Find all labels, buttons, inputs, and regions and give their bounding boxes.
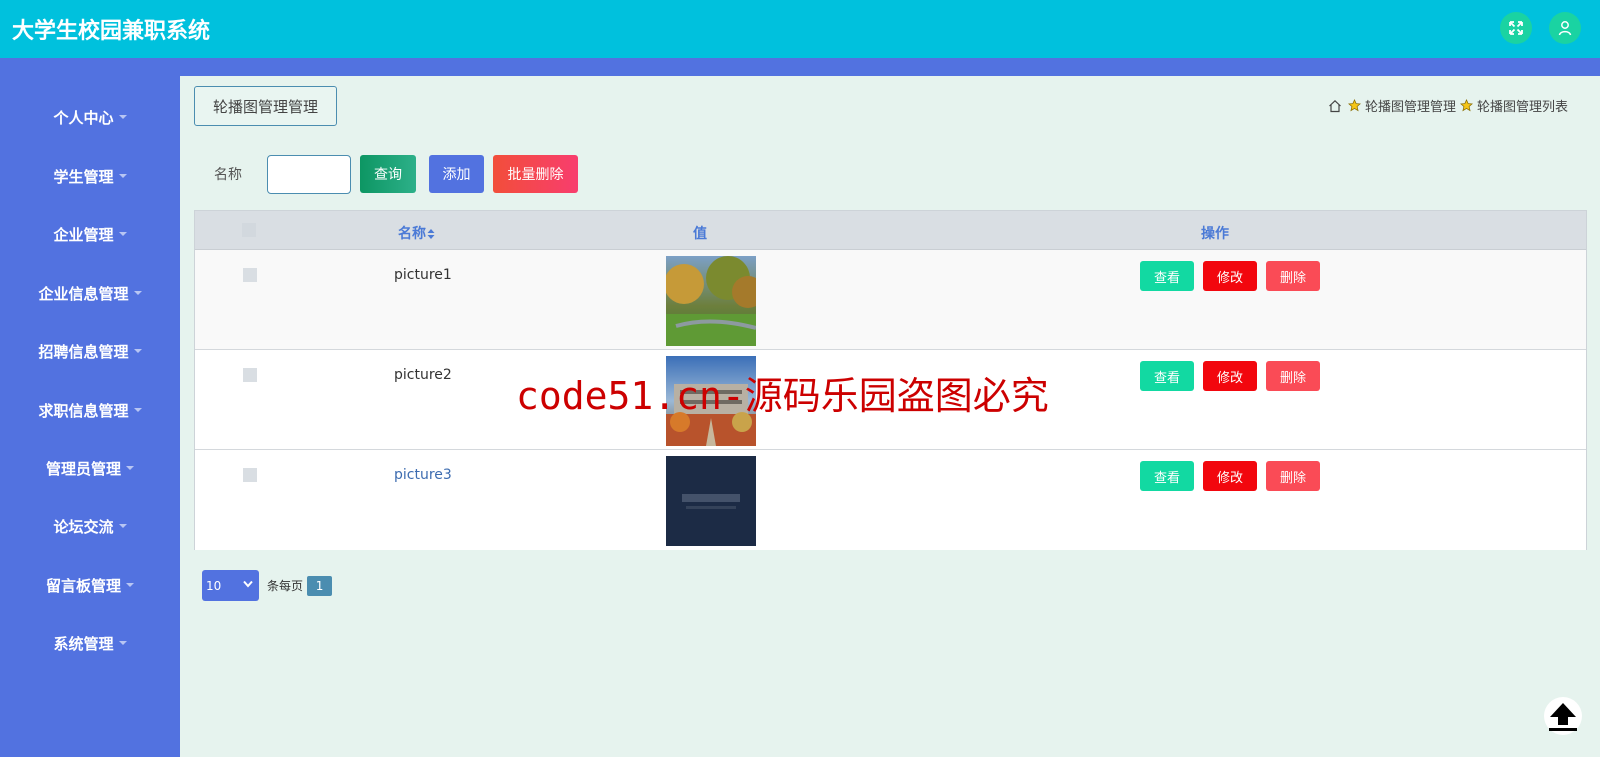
add-button[interactable]: 添加 xyxy=(429,155,484,193)
delete-button[interactable]: 删除 xyxy=(1266,361,1320,391)
sidebar-item-job-seeking[interactable]: 求职信息管理 xyxy=(0,395,180,425)
sidebar-item-students[interactable]: 学生管理 xyxy=(0,161,180,191)
caret-down-icon xyxy=(118,641,127,645)
sidebar-item-system[interactable]: 系统管理 xyxy=(0,628,180,658)
caret-down-icon xyxy=(133,349,142,353)
sidebar-item-personal-center[interactable]: 个人中心 xyxy=(0,102,180,132)
caret-down-icon xyxy=(133,291,142,295)
sidebar-item-label: 招聘信息管理 xyxy=(38,342,129,361)
row-name: picture3 xyxy=(394,467,452,483)
query-button[interactable]: 查询 xyxy=(360,155,416,193)
caret-down-icon xyxy=(133,408,142,412)
column-header-name[interactable]: 名称 xyxy=(398,223,435,243)
sidebar-item-message-board[interactable]: 留言板管理 xyxy=(0,570,180,600)
campus-trees-photo xyxy=(666,256,756,346)
row-checkbox[interactable] xyxy=(243,268,257,282)
caret-down-icon xyxy=(126,583,134,587)
home-icon[interactable] xyxy=(1328,99,1342,113)
search-name-input[interactable] xyxy=(267,155,351,194)
view-button[interactable]: 查看 xyxy=(1140,461,1194,491)
sidebar-item-label: 系统管理 xyxy=(53,634,114,653)
select-all-checkbox[interactable] xyxy=(242,223,256,237)
table-header: 名称 值 操作 xyxy=(195,211,1586,250)
sidebar-item-companies[interactable]: 企业管理 xyxy=(0,219,180,249)
breadcrumb: 轮播图管理管理 轮播图管理列表 xyxy=(1328,96,1572,115)
sidebar-item-label: 企业管理 xyxy=(53,225,114,244)
delete-button[interactable]: 删除 xyxy=(1266,261,1320,291)
sidebar-item-label: 学生管理 xyxy=(53,167,114,186)
header-subbar xyxy=(0,58,1600,76)
sidebar-item-admins[interactable]: 管理员管理 xyxy=(0,453,180,483)
column-header-name-label: 名称 xyxy=(398,226,426,242)
search-name-label: 名称 xyxy=(214,167,242,183)
row-checkbox[interactable] xyxy=(243,468,257,482)
star-icon xyxy=(1347,99,1361,112)
column-header-actions: 操作 xyxy=(1201,226,1229,242)
caret-down-icon xyxy=(118,524,127,528)
fullscreen-icon xyxy=(1509,21,1523,35)
page-title: 轮播图管理管理 xyxy=(194,86,337,126)
page-size-select[interactable]: 10 xyxy=(202,570,259,601)
delete-button[interactable]: 删除 xyxy=(1266,461,1320,491)
column-header-value: 值 xyxy=(693,226,707,242)
caret-down-icon xyxy=(118,232,127,236)
back-to-top-button[interactable] xyxy=(1544,697,1582,735)
sidebar: 个人中心 学生管理 企业管理 企业信息管理 招聘信息管理 求职信息管理 管理员管… xyxy=(0,76,180,757)
caret-down-icon xyxy=(126,466,134,470)
view-button[interactable]: 查看 xyxy=(1140,261,1194,291)
sidebar-item-label: 个人中心 xyxy=(53,108,114,127)
table-row: picture3 查看 修改 删除 xyxy=(195,450,1586,550)
sidebar-item-label: 留言板管理 xyxy=(45,576,121,595)
row-name: picture1 xyxy=(394,267,452,283)
sidebar-item-label: 管理员管理 xyxy=(45,459,121,478)
sidebar-item-label: 求职信息管理 xyxy=(38,401,129,420)
app-title: 大学生校园兼职系统 xyxy=(12,19,211,44)
page-size-value: 10 xyxy=(206,578,222,593)
sort-icon xyxy=(427,229,435,239)
sidebar-item-company-info[interactable]: 企业信息管理 xyxy=(0,278,180,308)
row-checkbox[interactable] xyxy=(243,368,257,382)
fullscreen-button[interactable] xyxy=(1500,12,1532,44)
batch-delete-button[interactable]: 批量删除 xyxy=(493,155,578,193)
page-number-button[interactable]: 1 xyxy=(307,575,333,596)
chevron-down-icon xyxy=(243,580,253,588)
star-icon xyxy=(1459,99,1473,112)
table-row: picture1 查看 修改 删除 xyxy=(195,250,1586,350)
per-page-label: 条每页 xyxy=(267,579,304,593)
edit-button[interactable]: 修改 xyxy=(1203,361,1257,391)
sidebar-item-label: 论坛交流 xyxy=(53,517,114,536)
caret-down-icon xyxy=(118,115,127,119)
sidebar-item-recruitment[interactable]: 招聘信息管理 xyxy=(0,336,180,366)
arrow-up-icon xyxy=(1549,703,1577,731)
breadcrumb-item-list: 轮播图管理列表 xyxy=(1476,100,1568,115)
breadcrumb-item-management[interactable]: 轮播图管理管理 xyxy=(1365,96,1456,115)
sidebar-item-forum[interactable]: 论坛交流 xyxy=(0,511,180,541)
dark-banner-photo xyxy=(666,456,756,546)
edit-button[interactable]: 修改 xyxy=(1203,461,1257,491)
sidebar-item-label: 企业信息管理 xyxy=(38,284,129,303)
view-button[interactable]: 查看 xyxy=(1140,361,1194,391)
row-name: picture2 xyxy=(394,367,452,383)
caret-down-icon xyxy=(118,174,127,178)
user-icon xyxy=(1558,21,1572,36)
user-button[interactable] xyxy=(1549,12,1581,44)
watermark-text: code51.cn-源码乐园盗图必究 xyxy=(516,374,1049,418)
edit-button[interactable]: 修改 xyxy=(1203,261,1257,291)
pagination: 10 条每页 1 xyxy=(202,570,333,601)
top-header: 大学生校园兼职系统 xyxy=(0,0,1600,58)
